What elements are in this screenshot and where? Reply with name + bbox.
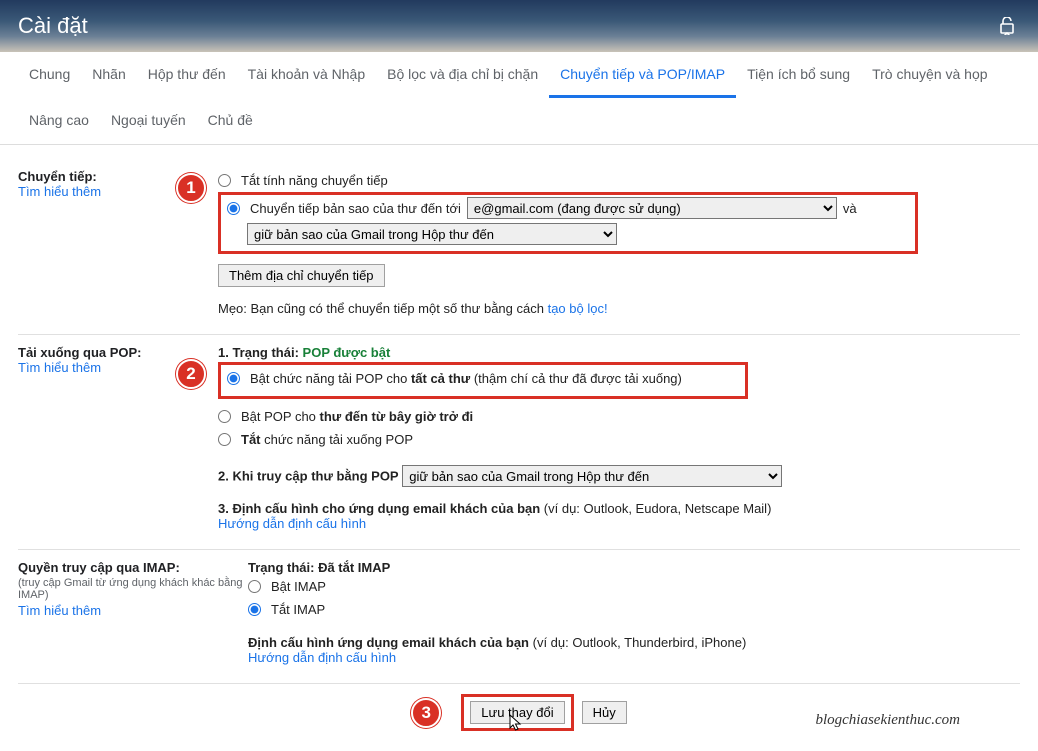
tab-offline[interactable]: Ngoại tuyến (100, 98, 197, 144)
settings-tabs: Chung Nhãn Hộp thư đến Tài khoản và Nhập… (0, 52, 1038, 145)
save-callout: Lưu thay đổi (461, 694, 573, 731)
imap-sublabel: (truy cập Gmail từ ứng dụng khách khác b… (18, 577, 248, 601)
tab-labels[interactable]: Nhãn (81, 52, 136, 98)
pop-enable-new-label: Bật POP cho thư đến từ bây giờ trở đi (241, 407, 473, 426)
forwarding-disable-label: Tắt tính năng chuyển tiếp (241, 171, 388, 190)
imap-status-line: Trạng thái: Đã tắt IMAP (248, 560, 1020, 575)
pop-step-3: 3. Định cấu hình cho ứng dụng email khác… (218, 501, 1020, 531)
tab-forwarding-pop-imap[interactable]: Chuyển tiếp và POP/IMAP (549, 52, 736, 98)
cancel-button[interactable]: Hủy (582, 701, 627, 724)
settings-header: Cài đặt (0, 0, 1038, 52)
annotation-badge-3: 3 (411, 698, 441, 728)
page-title: Cài đặt (18, 13, 88, 39)
section-imap: Quyền truy cập qua IMAP: (truy cập Gmail… (18, 550, 1020, 684)
pop-access-action-select[interactable]: giữ bản sao của Gmail trong Hộp thư đến (402, 465, 782, 487)
pop-enable-all-label: Bật chức năng tải POP cho tất cả thư (th… (250, 369, 682, 388)
tab-general[interactable]: Chung (18, 52, 81, 98)
forwarding-email-select[interactable]: e@gmail.com (đang được sử dụng) (467, 197, 837, 219)
forwarding-enable-prefix: Chuyển tiếp bản sao của thư đến tới (250, 201, 461, 216)
imap-enable-radio[interactable] (248, 580, 261, 593)
annotation-badge-2: 2 (176, 359, 206, 389)
imap-config: Định cấu hình ứng dụng email khách của b… (248, 635, 1020, 665)
forwarding-enable-radio[interactable] (227, 202, 240, 215)
pop-status-line: 1. Trạng thái: POP được bật (218, 345, 1020, 360)
imap-label: Quyền truy cập qua IMAP: (18, 560, 248, 575)
pop-config-guide-link[interactable]: Hướng dẫn định cấu hình (218, 516, 366, 531)
tab-filters[interactable]: Bộ lọc và địa chỉ bị chặn (376, 52, 549, 98)
imap-config-guide-link[interactable]: Hướng dẫn định cấu hình (248, 650, 396, 665)
section-pop: Tải xuống qua POP: Tìm hiểu thêm 2 1. Tr… (18, 335, 1020, 550)
tab-chat-meet[interactable]: Trò chuyện và họp (861, 52, 998, 98)
annotation-badge-1: 1 (176, 173, 206, 203)
imap-status-value: Đã tắt IMAP (318, 560, 390, 575)
pop-disable-label: Tắt chức năng tải xuống POP (241, 430, 413, 449)
forwarding-learn-more-link[interactable]: Tìm hiểu thêm (18, 184, 101, 199)
section-forwarding: Chuyển tiếp: Tìm hiểu thêm 1 Tắt tính nă… (18, 159, 1020, 335)
save-button[interactable]: Lưu thay đổi (470, 701, 564, 724)
credit-text: blogchiasekienthuc.com (815, 712, 960, 729)
pop-step-2: 2. Khi truy cập thư bằng POP giữ bản sao… (218, 465, 1020, 487)
pop-disable-radio[interactable] (218, 433, 231, 446)
tab-accounts[interactable]: Tài khoản và Nhập (237, 52, 377, 98)
create-filter-link[interactable]: tạo bộ lọc! (548, 301, 608, 316)
cursor-icon (509, 714, 525, 734)
pop-status-value: POP được bật (303, 345, 391, 360)
tabs-row-2: Nâng cao Ngoại tuyến Chủ đề (18, 98, 1020, 144)
imap-disable-radio[interactable] (248, 603, 261, 616)
pop-enable-all-radio[interactable] (227, 372, 240, 385)
forwarding-keepcopy-select[interactable]: giữ bản sao của Gmail trong Hộp thư đến (247, 223, 617, 245)
tab-advanced[interactable]: Nâng cao (18, 98, 100, 144)
pop-label: Tải xuống qua POP: (18, 345, 218, 360)
imap-learn-more-link[interactable]: Tìm hiểu thêm (18, 603, 101, 618)
imap-enable-label: Bật IMAP (271, 577, 326, 596)
add-forwarding-address-button[interactable]: Thêm địa chỉ chuyển tiếp (218, 264, 385, 287)
forwarding-disable-radio[interactable] (218, 174, 231, 187)
forwarding-callout: Chuyển tiếp bản sao của thư đến tới e@gm… (218, 192, 918, 254)
pop-enable-new-radio[interactable] (218, 410, 231, 423)
forwarding-and: và (843, 201, 857, 216)
tab-inbox[interactable]: Hộp thư đến (137, 52, 237, 98)
lock-icon[interactable] (994, 13, 1020, 39)
tab-themes[interactable]: Chủ đề (197, 98, 264, 144)
forwarding-tip: Mẹo: Bạn cũng có thể chuyển tiếp một số … (218, 301, 1020, 316)
footer-actions: 3 Lưu thay đổi Hủy blogchiasekienthuc.co… (18, 694, 1020, 731)
pop-callout: Bật chức năng tải POP cho tất cả thư (th… (218, 362, 748, 399)
settings-content: Chuyển tiếp: Tìm hiểu thêm 1 Tắt tính nă… (0, 145, 1038, 751)
pop-learn-more-link[interactable]: Tìm hiểu thêm (18, 360, 101, 375)
tabs-row-1: Chung Nhãn Hộp thư đến Tài khoản và Nhập… (18, 52, 1020, 98)
imap-disable-label: Tắt IMAP (271, 600, 325, 619)
tab-addons[interactable]: Tiện ích bổ sung (736, 52, 861, 98)
